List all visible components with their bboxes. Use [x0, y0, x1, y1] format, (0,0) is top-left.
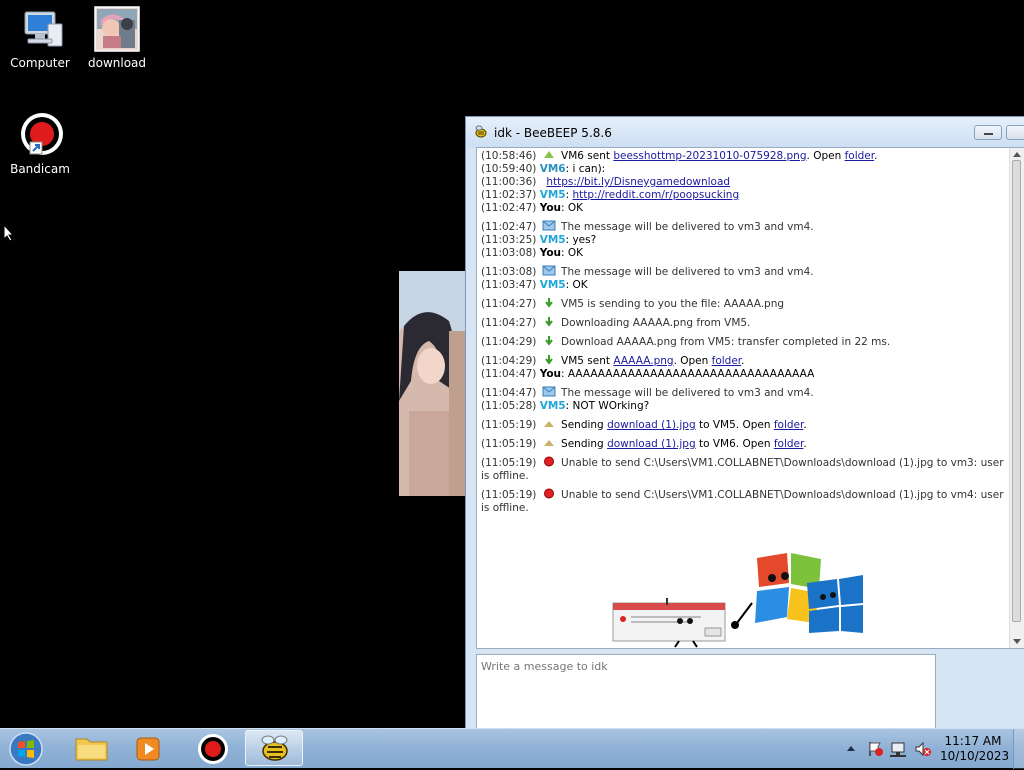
- chat-message: (11:04:47) You: AAAAAAAAAAAAAAAAAAAAAAAA…: [481, 368, 815, 380]
- system-message: (11:03:08) The message will be delivered…: [481, 265, 814, 278]
- download-arrow-icon: [542, 316, 556, 327]
- sender-name: You: [539, 247, 562, 259]
- envelope-icon: [542, 265, 556, 276]
- url-link[interactable]: http://reddit.com/r/poopsucking: [572, 189, 739, 201]
- window-title: idk - BeeBEEP 5.8.6: [494, 126, 612, 140]
- desktop-icon-download[interactable]: download: [77, 6, 157, 70]
- file-transfer-icon: [542, 149, 556, 160]
- desktop-icon-label: download: [87, 56, 147, 70]
- message-input-placeholder: Write a message to idk: [481, 660, 608, 673]
- sender-name: VM5: [539, 400, 566, 412]
- volume-muted-icon[interactable]: [915, 741, 931, 757]
- file-link[interactable]: AAAAA.png: [613, 355, 673, 367]
- clock-time: 11:17 AM: [944, 734, 1002, 748]
- scroll-up-arrow-icon[interactable]: [1013, 152, 1021, 157]
- url-link[interactable]: https://bit.ly/Disneygamedownload: [546, 176, 730, 188]
- message-input[interactable]: Write a message to idk: [476, 654, 936, 732]
- image-file-icon: [93, 6, 141, 54]
- system-tray: [846, 739, 938, 762]
- network-icon[interactable]: [890, 742, 906, 757]
- scrollbar-thumb[interactable]: [1012, 160, 1021, 622]
- open-folder-link[interactable]: folder: [774, 438, 804, 450]
- system-clock[interactable]: 11:17 AM 10/10/2023: [940, 734, 1010, 764]
- clock-date: 10/10/2023: [940, 749, 1010, 763]
- envelope-icon: [542, 386, 556, 397]
- sender-name: VM5: [539, 189, 566, 201]
- desktop-icon-label: Computer: [10, 56, 70, 70]
- chat-message: (10:59:40) VM6: i can):: [481, 163, 606, 175]
- minimize-button[interactable]: [974, 125, 1002, 140]
- chat-message: (11:00:36) https://bit.ly/Disneygamedown…: [481, 176, 731, 188]
- background-image-window: [399, 271, 465, 496]
- desktop-icon-bandicam[interactable]: Bandicam: [0, 112, 80, 176]
- taskbar-explorer-button[interactable]: [63, 730, 121, 766]
- desktop-icon-label: Bandicam: [10, 162, 70, 176]
- sender-name: VM5: [539, 234, 566, 246]
- computer-icon: [16, 6, 64, 54]
- system-message: (11:05:19) Sending download (1).jpg to V…: [481, 418, 807, 431]
- media-player-icon: [121, 737, 179, 769]
- window-titlebar[interactable]: idk - BeeBEEP 5.8.6: [466, 117, 1024, 147]
- chat-message: (11:02:37) VM5: http://reddit.com/r/poop…: [481, 189, 740, 201]
- chat-message: (11:03:08) You: OK: [481, 247, 584, 259]
- chat-message: (11:02:47) You: OK: [481, 202, 584, 214]
- system-message: (11:04:29) Download AAAAA.png from VM5: …: [481, 335, 891, 348]
- chat-scrollbar[interactable]: [1009, 148, 1024, 648]
- open-folder-link[interactable]: folder: [845, 150, 875, 162]
- chat-history[interactable]: (10:58:46) VM6 sent beesshottmp-20231010…: [476, 147, 1024, 649]
- file-link[interactable]: download (1).jpg: [607, 438, 696, 450]
- error-icon: [542, 488, 556, 499]
- chat-message: (11:03:47) VM5: OK: [481, 279, 588, 291]
- taskbar-beebeep-button[interactable]: [245, 730, 303, 766]
- envelope-icon: [542, 220, 556, 231]
- taskbar: 11:17 AM 10/10/2023: [0, 728, 1024, 769]
- chat-message: (11:05:28) VM5: NOT WOrking?: [481, 400, 650, 412]
- open-folder-link[interactable]: folder: [774, 419, 804, 431]
- download-arrow-icon: [542, 354, 556, 365]
- windows-mascot-image: [607, 553, 867, 648]
- system-message: (11:05:19) Sending download (1).jpg to V…: [481, 437, 807, 450]
- sender-name: You: [539, 202, 562, 214]
- error-icon: [542, 456, 556, 467]
- system-message: (11:04:27) Downloading AAAAA.png from VM…: [481, 316, 751, 329]
- chat-message: (11:04:29) VM5 sent AAAAA.png. Open fold…: [481, 354, 745, 367]
- error-message: (11:05:19) Unable to send C:\Users\VM1.C…: [481, 488, 1004, 514]
- download-arrow-icon: [542, 297, 556, 308]
- sender-name: VM5: [539, 279, 566, 291]
- error-message: (11:05:19) Unable to send C:\Users\VM1.C…: [481, 456, 1004, 482]
- show-desktop-button[interactable]: [1013, 729, 1024, 769]
- action-center-flag-icon[interactable]: [869, 742, 883, 756]
- chat-message: (11:03:25) VM5: yes?: [481, 234, 597, 246]
- chat-message: (10:58:46) VM6 sent beesshottmp-20231010…: [481, 149, 878, 162]
- taskbar-bandicam-button[interactable]: [183, 730, 241, 766]
- sender-name: VM6: [539, 163, 566, 175]
- mouse-cursor-icon: [3, 223, 15, 245]
- desktop-icon-computer[interactable]: Computer: [0, 6, 80, 70]
- open-folder-link[interactable]: folder: [712, 355, 742, 367]
- folder-icon: [63, 738, 121, 769]
- system-message: (11:04:47) The message will be delivered…: [481, 386, 814, 399]
- file-link[interactable]: beesshottmp-20231010-075928.png: [613, 150, 806, 162]
- beebeep-app-icon: [474, 125, 488, 142]
- scroll-down-arrow-icon[interactable]: [1013, 639, 1021, 644]
- system-message: (11:02:47) The message will be delivered…: [481, 220, 814, 233]
- record-icon: [16, 112, 64, 160]
- system-message: (11:04:27) VM5 is sending to you the fil…: [481, 297, 785, 310]
- taskbar-media-player-button[interactable]: [121, 730, 179, 766]
- beebeep-window[interactable]: idk - BeeBEEP 5.8.6 (10:58:46) VM6 sent …: [465, 116, 1024, 732]
- sender-name: You: [539, 368, 562, 380]
- beebeep-bee-icon: [246, 735, 302, 768]
- file-link[interactable]: download (1).jpg: [607, 419, 696, 431]
- record-icon: [183, 734, 241, 769]
- maximize-button[interactable]: [1006, 125, 1024, 140]
- download-arrow-icon: [542, 335, 556, 346]
- start-button[interactable]: [6, 731, 46, 767]
- upload-arrow-icon: [542, 437, 556, 448]
- upload-arrow-icon: [542, 418, 556, 429]
- show-hidden-icons-icon[interactable]: [847, 746, 855, 751]
